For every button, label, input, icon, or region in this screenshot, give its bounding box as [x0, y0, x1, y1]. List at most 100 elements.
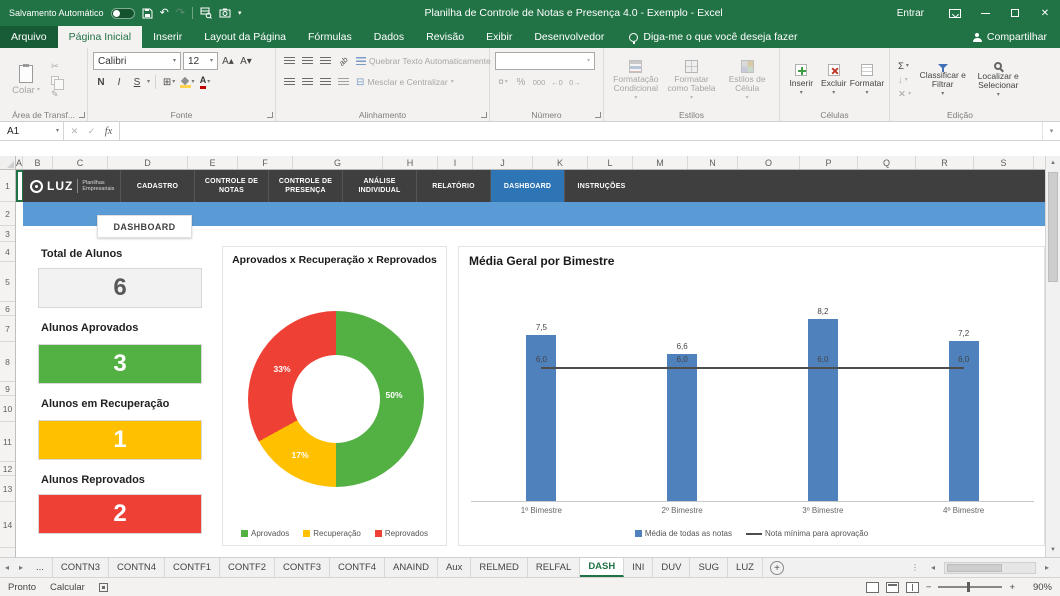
ribbon-tab-p-gina-inicial[interactable]: Página Inicial [58, 26, 142, 48]
column-header-L[interactable]: L [588, 156, 633, 169]
find-select-button[interactable]: Localizar e Selecionar ▾ [971, 62, 1025, 98]
qat-customize-button[interactable]: ▾ [238, 10, 242, 17]
font-color-button[interactable]: A▾ [197, 73, 213, 91]
column-header-O[interactable]: O [738, 156, 800, 169]
row-header-8[interactable]: 8 [0, 342, 15, 382]
row-header-5[interactable]: 5 [0, 262, 15, 302]
nav-item-instru-es[interactable]: INSTRUÇÕES [564, 170, 638, 202]
align-center-button[interactable] [299, 73, 315, 91]
paste-button[interactable]: Colar▾ [5, 52, 47, 108]
delete-cells-button[interactable]: Excluir ▾ [818, 64, 851, 96]
sheet-tab-aux[interactable]: Aux [438, 558, 471, 577]
row-header-3[interactable]: 3 [0, 226, 15, 242]
ribbon-tab-dados[interactable]: Dados [363, 26, 415, 48]
row-header-14[interactable]: 14 [0, 502, 15, 548]
sheet-tab-dash[interactable]: DASH [580, 558, 624, 577]
decrease-decimal-button[interactable]: 0→ [567, 73, 583, 91]
autosum-button[interactable]: Σ▾ [898, 61, 911, 72]
column-header-P[interactable]: P [800, 156, 858, 169]
column-header-G[interactable]: G [293, 156, 383, 169]
accounting-format-button[interactable]: ¤▾ [495, 73, 511, 91]
row-header-4[interactable]: 4 [0, 242, 15, 262]
scrollbar-thumb[interactable] [1048, 172, 1058, 282]
column-header-B[interactable]: B [23, 156, 53, 169]
page-layout-view-button[interactable] [886, 582, 899, 593]
font-size-select[interactable]: 12▾ [183, 52, 218, 70]
comma-style-button[interactable]: 000 [531, 73, 547, 91]
formula-input[interactable] [120, 122, 1042, 140]
zoom-slider-thumb[interactable] [967, 582, 970, 592]
zoom-in-button[interactable]: + [1009, 582, 1015, 593]
name-box[interactable]: A1▾ [0, 122, 64, 140]
row-header-7[interactable]: 7 [0, 316, 15, 342]
hscrollbar-thumb[interactable] [947, 564, 1002, 572]
sheet-scroll-left-button[interactable]: ◂ [0, 558, 14, 577]
camera-button[interactable] [219, 8, 231, 18]
status-calculate[interactable]: Calcular [50, 582, 85, 593]
sign-in-link[interactable]: Entrar [897, 8, 924, 19]
format-painter-button[interactable]: ✎ [51, 89, 59, 100]
ribbon-display-options-button[interactable] [940, 0, 970, 26]
select-all-corner[interactable] [0, 156, 16, 170]
column-header-S[interactable]: S [974, 156, 1034, 169]
sheet-tab-ini[interactable]: INI [624, 558, 653, 577]
column-header-J[interactable]: J [473, 156, 533, 169]
sheet-tab-anaind[interactable]: ANAIND [385, 558, 438, 577]
sheet-tab-contf2[interactable]: CONTF2 [220, 558, 275, 577]
row-header-12[interactable]: 12 [0, 462, 15, 476]
column-header-R[interactable]: R [916, 156, 974, 169]
fill-color-button[interactable]: ▾ [179, 73, 195, 91]
column-header-E[interactable]: E [188, 156, 238, 169]
undo-button[interactable]: ↶ [160, 8, 169, 19]
ribbon-tab-f-rmulas[interactable]: Fórmulas [297, 26, 363, 48]
cut-button[interactable]: ✂ [51, 61, 59, 72]
ribbon-tab-inserir[interactable]: Inserir [142, 26, 193, 48]
column-header-A[interactable]: A [16, 156, 23, 169]
align-top-button[interactable] [281, 52, 297, 70]
align-middle-button[interactable] [299, 52, 315, 70]
ribbon-tab-arquivo[interactable]: Arquivo [0, 26, 58, 48]
nav-item-an-lise-individual[interactable]: ANÁLISE INDIVIDUAL [342, 170, 416, 202]
share-button[interactable]: Compartilhar [973, 26, 1060, 48]
column-header-M[interactable]: M [633, 156, 688, 169]
zoom-out-button[interactable]: − [926, 582, 932, 593]
row-header-2[interactable]: 2 [0, 202, 15, 226]
nav-item-dashboard[interactable]: DASHBOARD [490, 170, 564, 202]
nav-item-controle-de-presen-a[interactable]: CONTROLE DE PRESENÇA [268, 170, 342, 202]
column-header-D[interactable]: D [108, 156, 188, 169]
row-header-11[interactable]: 11 [0, 422, 15, 462]
sheet-tab-contn3[interactable]: CONTN3 [53, 558, 109, 577]
macro-record-button[interactable] [99, 583, 108, 592]
number-format-select[interactable]: ▾ [495, 52, 595, 70]
autosave-toggle[interactable] [111, 8, 135, 19]
hscroll-left-button[interactable]: ◂ [926, 563, 940, 572]
orientation-button[interactable]: ab [335, 52, 351, 70]
italic-button[interactable]: I [111, 73, 127, 91]
nav-item-cadastro[interactable]: CADASTRO [120, 170, 194, 202]
sheet-tab-contn4[interactable]: CONTN4 [109, 558, 165, 577]
new-sheet-button[interactable]: + [770, 561, 784, 575]
hscroll-right-button[interactable]: ▸ [1040, 563, 1054, 572]
align-bottom-button[interactable] [317, 52, 333, 70]
bold-button[interactable]: N [93, 73, 109, 91]
column-header-F[interactable]: F [238, 156, 293, 169]
align-right-button[interactable] [317, 73, 333, 91]
ribbon-tab-exibir[interactable]: Exibir [475, 26, 523, 48]
formula-bar-collapse-button[interactable]: ▾ [1042, 122, 1060, 140]
column-header-H[interactable]: H [383, 156, 438, 169]
format-cells-button[interactable]: Formatar ▾ [850, 64, 884, 96]
insert-function-button[interactable]: fx [100, 126, 117, 137]
decrease-font-button[interactable]: A▾ [238, 52, 254, 70]
row-header-13[interactable]: 13 [0, 476, 15, 502]
conditional-formatting-button[interactable]: Formatação Condicional ▾ [609, 60, 663, 101]
sheet-tab-contf1[interactable]: CONTF1 [165, 558, 220, 577]
lookup-button[interactable] [200, 7, 212, 19]
nav-item-relat-rio[interactable]: RELATÓRIO [416, 170, 490, 202]
row-header-9[interactable]: 9 [0, 382, 15, 396]
column-header-C[interactable]: C [53, 156, 108, 169]
clear-button[interactable]: ✕▾ [898, 89, 911, 100]
ribbon-tab-layout-da-p-gina[interactable]: Layout da Página [193, 26, 297, 48]
percent-style-button[interactable]: % [513, 73, 529, 91]
zoom-slider[interactable] [938, 586, 1002, 588]
scroll-down-button[interactable]: ▼ [1046, 543, 1060, 557]
